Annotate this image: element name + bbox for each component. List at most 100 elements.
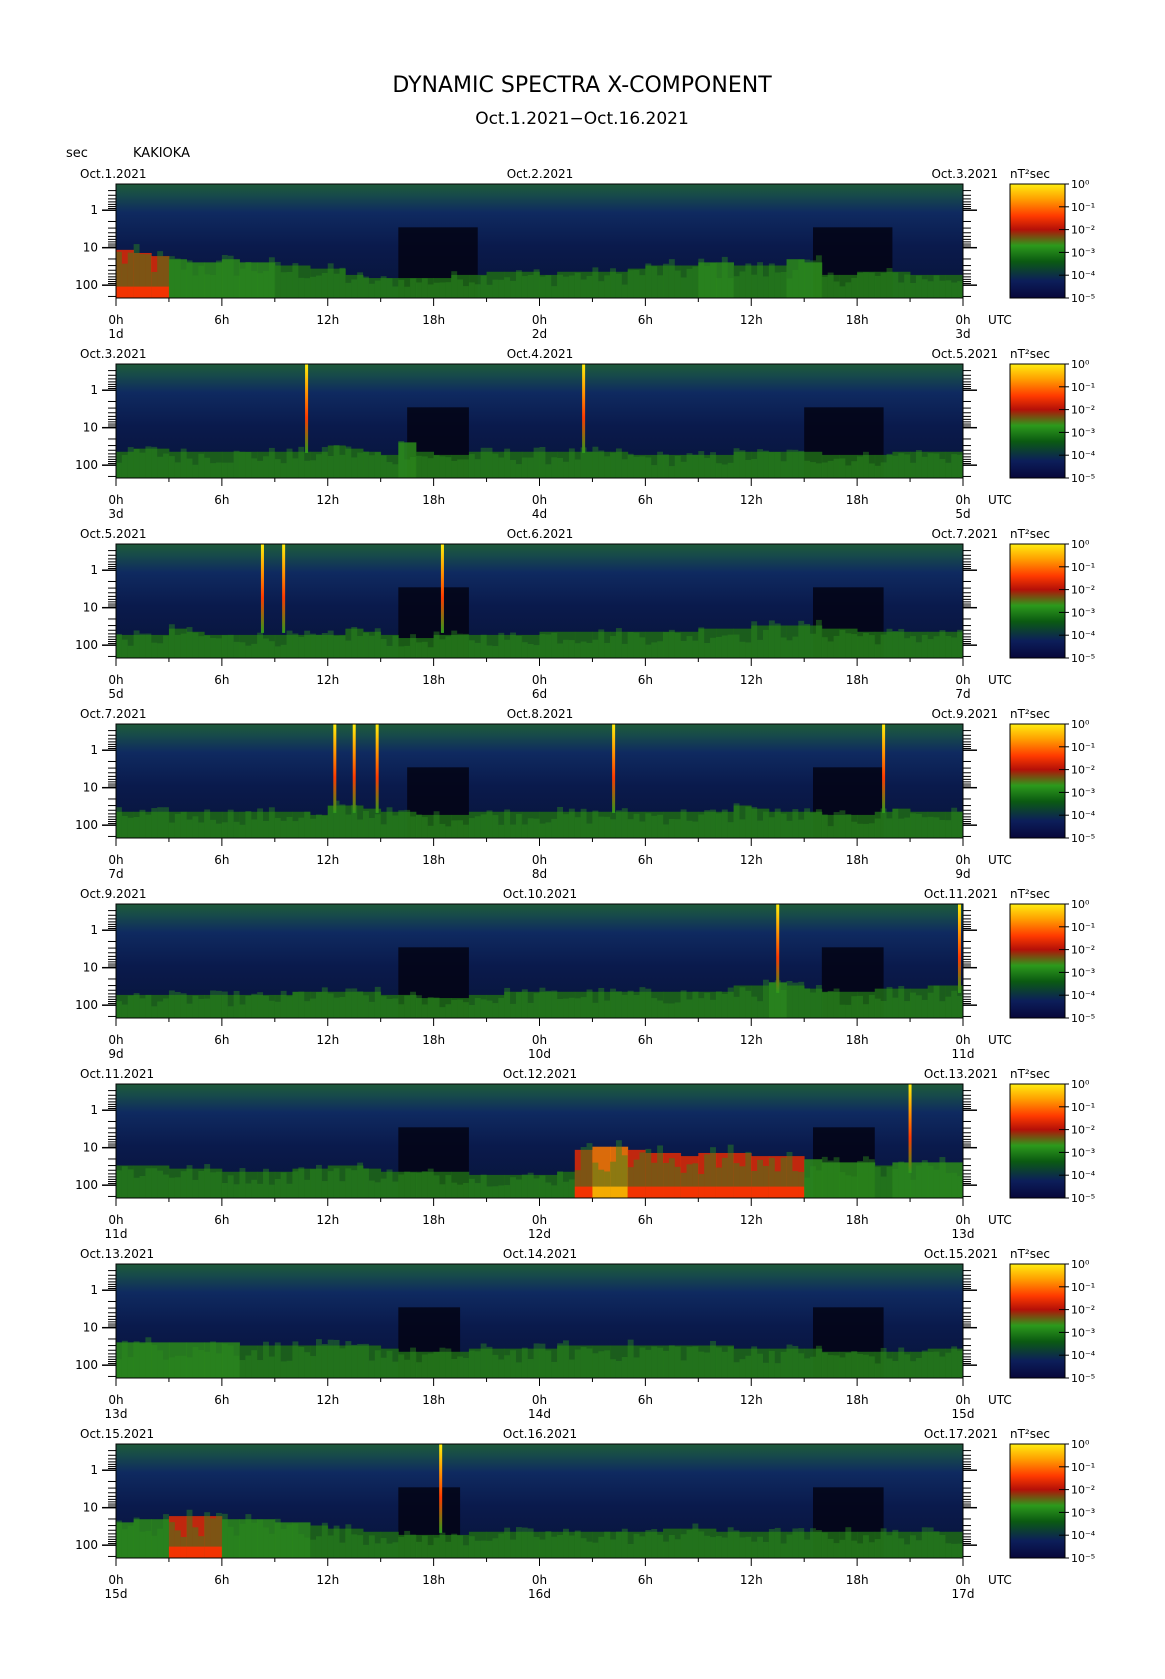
day-label: 5d bbox=[108, 687, 123, 701]
activity-texture bbox=[116, 633, 122, 658]
activity-texture bbox=[763, 979, 769, 1018]
colorbar bbox=[1009, 363, 1066, 479]
activity-texture bbox=[374, 280, 381, 298]
activity-texture bbox=[957, 454, 963, 478]
activity-texture bbox=[933, 453, 940, 478]
activity-texture bbox=[215, 1171, 222, 1198]
activity-texture bbox=[404, 1171, 411, 1198]
activity-texture bbox=[604, 1350, 611, 1378]
activity-texture bbox=[121, 1004, 128, 1018]
activity-texture bbox=[710, 262, 716, 298]
x-tick-label: 18h bbox=[846, 313, 869, 327]
activity-texture bbox=[839, 286, 846, 298]
activity-texture bbox=[827, 272, 834, 298]
activity-texture bbox=[780, 813, 787, 838]
activity-texture bbox=[851, 277, 858, 298]
station-name: KAKIOKA bbox=[133, 146, 190, 161]
activity-texture bbox=[474, 1183, 481, 1198]
activity-texture bbox=[739, 819, 746, 838]
activity-texture bbox=[480, 634, 487, 658]
activity-texture bbox=[357, 1162, 364, 1198]
x-tick-label: 0h bbox=[108, 1573, 123, 1587]
activity-texture bbox=[504, 987, 511, 1018]
activity-texture bbox=[921, 279, 928, 298]
activity-texture bbox=[480, 1540, 487, 1558]
activity-texture bbox=[839, 1357, 846, 1378]
colorbar bbox=[1009, 723, 1066, 839]
activity-texture bbox=[221, 462, 228, 478]
activity-texture bbox=[392, 1361, 399, 1378]
x-tick-label: 12h bbox=[316, 1573, 339, 1587]
activity-texture bbox=[268, 641, 275, 658]
activity-texture bbox=[945, 996, 952, 1018]
activity-texture bbox=[533, 645, 540, 658]
colorbar-tick-label: 10⁻⁵ bbox=[1071, 1552, 1095, 1565]
activity-texture bbox=[151, 446, 158, 478]
activity-texture bbox=[592, 267, 599, 298]
activity-peak bbox=[592, 1186, 611, 1198]
activity-texture bbox=[751, 807, 758, 838]
activity-texture bbox=[368, 1360, 375, 1378]
activity-texture bbox=[551, 1361, 558, 1378]
activity-texture bbox=[704, 1352, 711, 1378]
activity-texture bbox=[233, 990, 240, 1018]
activity-texture bbox=[333, 1525, 340, 1558]
activity-texture bbox=[792, 449, 799, 478]
activity-texture bbox=[463, 1182, 469, 1198]
activity-texture bbox=[604, 275, 611, 298]
activity-texture bbox=[251, 1179, 258, 1198]
activity-texture bbox=[945, 280, 952, 298]
activity-texture bbox=[933, 985, 940, 1018]
activity-texture bbox=[204, 998, 211, 1018]
activity-peak bbox=[698, 1186, 717, 1198]
activity-texture bbox=[874, 998, 881, 1018]
panel-mid-date: Oct.6.2021 bbox=[507, 527, 574, 541]
panel-start-date: Oct.15.2021 bbox=[80, 1427, 154, 1441]
colorbar-tick-label: 10⁻² bbox=[1071, 1304, 1095, 1317]
activity-texture bbox=[427, 458, 434, 478]
activity-texture bbox=[445, 1175, 452, 1198]
impulse-spike bbox=[582, 364, 586, 453]
activity-texture bbox=[745, 459, 752, 478]
activity-texture bbox=[933, 1351, 940, 1378]
activity-texture bbox=[116, 1170, 122, 1198]
activity-peak bbox=[610, 1186, 629, 1198]
activity-texture bbox=[857, 995, 864, 1018]
activity-texture bbox=[127, 447, 134, 478]
x-tick-label: 0h bbox=[955, 853, 970, 867]
activity-texture bbox=[116, 1001, 122, 1018]
activity-texture bbox=[898, 1347, 905, 1378]
colorbar-tick-label: 10⁻¹ bbox=[1071, 1281, 1095, 1294]
activity-texture bbox=[310, 818, 316, 838]
activity-texture bbox=[363, 276, 369, 298]
activity-texture bbox=[674, 455, 681, 478]
activity-texture bbox=[257, 992, 264, 1018]
activity-peak bbox=[574, 1186, 593, 1198]
activity-texture bbox=[557, 457, 564, 478]
activity-texture bbox=[786, 1534, 793, 1558]
activity-texture bbox=[380, 1178, 387, 1198]
activity-texture bbox=[145, 1168, 152, 1198]
activity-texture bbox=[357, 272, 364, 298]
activity-texture bbox=[880, 1176, 887, 1198]
activity-texture bbox=[380, 455, 387, 478]
panel-end-date: Oct.13.2021 bbox=[924, 1067, 998, 1081]
activity-texture bbox=[415, 642, 422, 658]
activity-texture bbox=[333, 635, 340, 658]
activity-texture bbox=[421, 456, 428, 478]
x-tick-label: 18h bbox=[846, 853, 869, 867]
activity-texture bbox=[915, 995, 922, 1018]
activity-texture bbox=[168, 256, 175, 298]
activity-texture bbox=[374, 1543, 381, 1558]
activity-texture bbox=[698, 814, 705, 838]
activity-texture bbox=[163, 453, 169, 478]
activity-texture bbox=[804, 259, 811, 298]
activity-texture bbox=[439, 282, 446, 298]
activity-texture bbox=[198, 453, 205, 478]
activity-texture bbox=[192, 1179, 199, 1198]
activity-texture bbox=[415, 455, 422, 478]
activity-texture bbox=[539, 276, 546, 298]
activity-texture bbox=[915, 813, 922, 838]
activity-texture bbox=[927, 453, 934, 478]
activity-texture bbox=[145, 994, 152, 1018]
